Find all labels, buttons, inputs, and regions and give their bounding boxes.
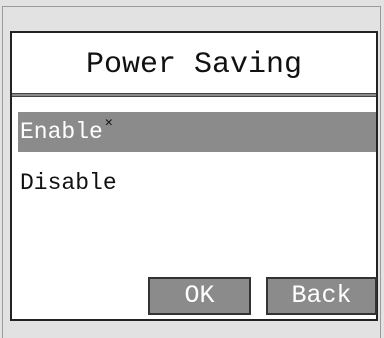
option-enable-label: Enable: [20, 119, 103, 145]
cursor-x-icon: ✕: [104, 115, 113, 130]
outer-frame-right-edge: [380, 6, 381, 338]
outer-frame-left-edge: [2, 6, 3, 338]
option-disable-label: Disable: [20, 170, 117, 196]
back-button[interactable]: Back: [266, 277, 377, 315]
outer-frame-top-edge: [2, 6, 380, 7]
ok-button[interactable]: OK: [148, 277, 251, 315]
screen: Power Saving Enable ✕ Disable OK Back: [0, 0, 384, 338]
option-enable[interactable]: Enable ✕: [18, 112, 376, 152]
title-divider: [12, 93, 376, 97]
dialog-title: Power Saving: [85, 48, 303, 82]
power-saving-dialog: Power Saving Enable ✕ Disable OK Back: [10, 31, 378, 321]
option-disable[interactable]: Disable: [18, 163, 376, 203]
